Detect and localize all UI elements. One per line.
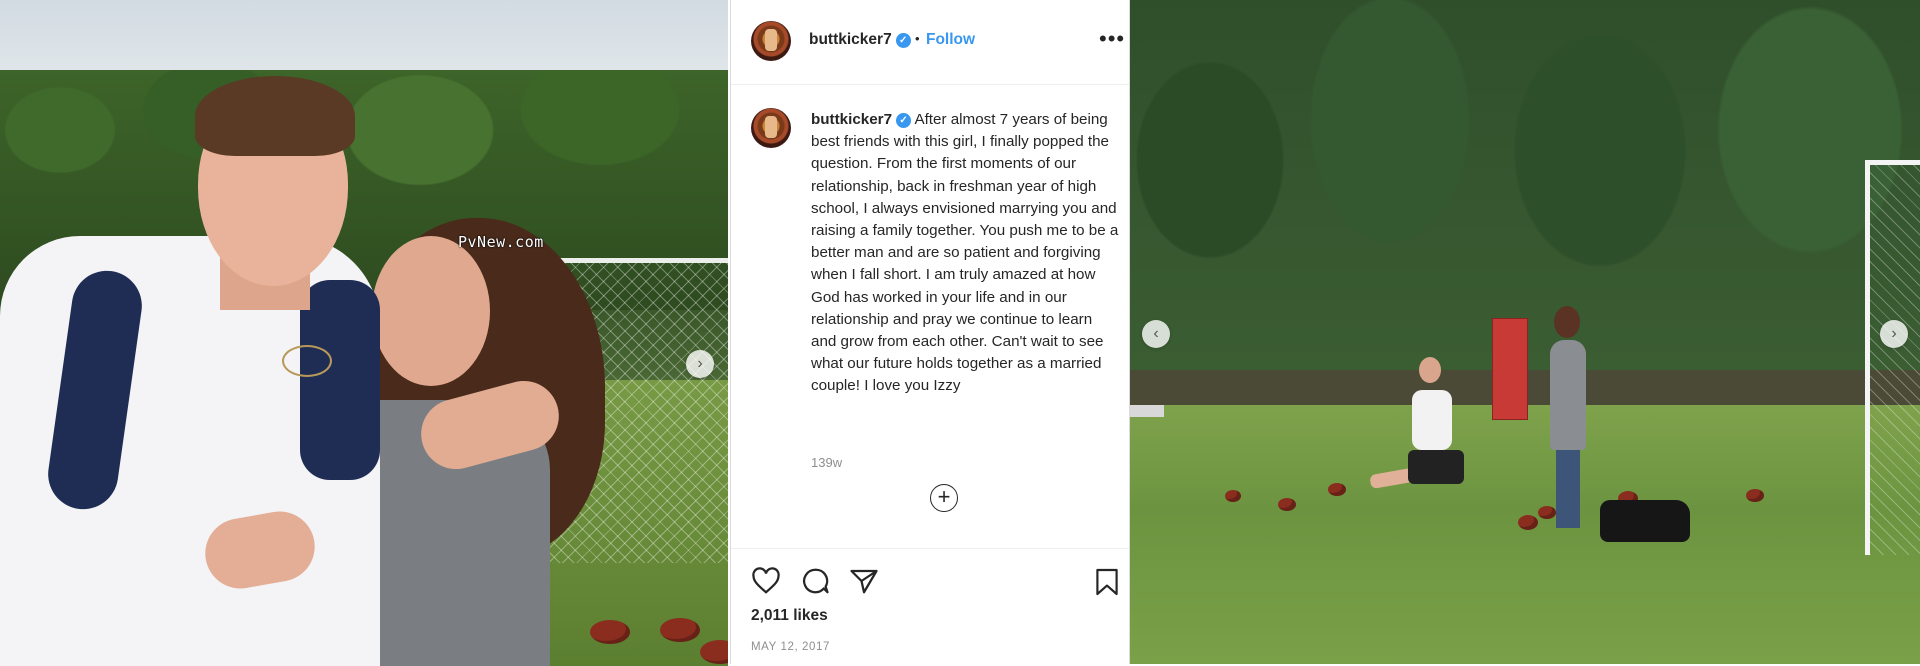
left-photo: PvNew.com › xyxy=(0,0,728,666)
woman-face xyxy=(372,236,490,386)
shirt-logo xyxy=(282,345,332,377)
man-hair xyxy=(195,76,355,156)
caption-text: After almost 7 years of being best frien… xyxy=(811,111,1119,395)
verified-badge-icon: ✓ xyxy=(896,113,912,128)
caption-username[interactable]: buttkicker7 xyxy=(811,111,892,128)
football xyxy=(1328,483,1346,496)
paper-plane-icon[interactable] xyxy=(849,567,879,595)
duffel-bag xyxy=(1600,500,1690,542)
shirt-shoulder-stripe xyxy=(300,280,380,480)
football xyxy=(1518,515,1538,530)
football xyxy=(1278,498,1296,511)
post-actions-bar: 2,011 likes MAY 12, 2017 xyxy=(731,548,1129,665)
likes-count[interactable]: 2,011 likes xyxy=(751,607,828,625)
post-username[interactable]: buttkicker7 ✓ xyxy=(809,31,911,49)
verified-badge-icon: ✓ xyxy=(895,33,911,48)
woman-sweater xyxy=(1550,340,1586,450)
username-link[interactable]: buttkicker7 xyxy=(809,31,892,48)
follow-button[interactable]: Follow xyxy=(926,31,975,49)
woman-jeans xyxy=(1556,448,1580,528)
caption-avatar[interactable] xyxy=(751,108,791,148)
football xyxy=(660,618,700,642)
red-sign xyxy=(1492,318,1528,420)
soccer-goal xyxy=(1865,160,1920,555)
right-photo: ‹ › xyxy=(1130,0,1920,664)
woman-head xyxy=(1554,306,1580,338)
more-options-icon[interactable]: ••• xyxy=(1099,26,1125,52)
post-date: MAY 12, 2017 xyxy=(751,641,831,653)
carousel-next-button[interactable]: › xyxy=(1880,320,1908,348)
comment-icon[interactable] xyxy=(800,567,830,595)
football xyxy=(590,620,630,644)
carousel-prev-button[interactable]: ‹ xyxy=(1142,320,1170,348)
watermark-text: PvNew.com xyxy=(458,233,544,251)
football xyxy=(1746,489,1764,502)
bench xyxy=(1130,405,1164,417)
avatar[interactable] xyxy=(751,21,791,61)
football xyxy=(1538,506,1556,519)
separator-dot: • xyxy=(915,31,920,46)
grass-field xyxy=(1130,405,1920,664)
load-more-comments-icon[interactable]: + xyxy=(930,484,958,512)
kneeling-man-shorts xyxy=(1408,450,1464,484)
kneeling-man-head xyxy=(1419,357,1441,383)
football xyxy=(1225,490,1241,502)
kneeling-man-shirt xyxy=(1412,390,1452,450)
post-panel: buttkicker7 ✓ • Follow ••• buttkicker7 ✓ A… xyxy=(730,0,1130,664)
bookmark-icon[interactable] xyxy=(1095,567,1119,597)
carousel-next-button[interactable]: › xyxy=(686,350,714,378)
post-header: buttkicker7 ✓ • Follow ••• xyxy=(731,0,1129,85)
caption-time-ago[interactable]: 139w xyxy=(811,455,842,470)
post-caption: buttkicker7 ✓ After almost 7 years of bei… xyxy=(811,109,1121,398)
heart-icon[interactable] xyxy=(751,567,781,595)
